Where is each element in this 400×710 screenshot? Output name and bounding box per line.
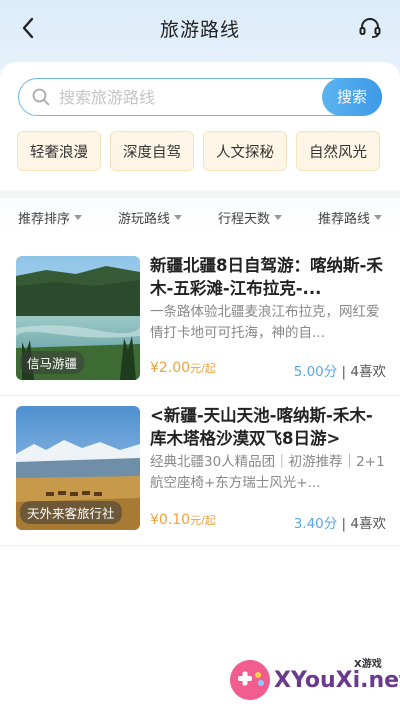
route-title: 新疆北疆8日自驾游：喀纳斯-禾木-五彩滩-江布拉克-... xyxy=(150,256,383,298)
search-panel: 搜索 轻奢浪漫 深度自驾 人文探秘 自然风光 xyxy=(0,62,400,192)
route-meta: 5.00分 | 4喜欢 xyxy=(293,364,386,380)
section-divider xyxy=(0,190,400,198)
route-card[interactable]: 信马游疆 新疆北疆8日自驾游：喀纳斯-禾木-五彩滩-江布拉克-... 一条路体验… xyxy=(0,240,400,396)
route-description: 一条路体验北疆麦浪江布拉克，网红爱情打卡地可可托海，神的自... xyxy=(150,304,380,341)
watermark-small-text: X游戏 xyxy=(354,659,382,670)
search-bar: 搜索 xyxy=(18,77,382,116)
search-input[interactable] xyxy=(59,87,309,107)
agency-label: 天外来客旅行社 xyxy=(20,501,122,524)
filter-days[interactable]: 行程天数 xyxy=(200,198,300,236)
route-meta: 3.40分 | 4喜欢 xyxy=(293,516,386,532)
top-bar: 旅游路线 xyxy=(0,0,400,56)
customer-service-button[interactable] xyxy=(356,14,384,42)
route-score: 5.00分 xyxy=(293,364,338,380)
caret-down-icon xyxy=(74,214,82,220)
caret-down-icon xyxy=(374,214,382,220)
filter-label: 行程天数 xyxy=(217,211,270,227)
chip-natural-scenery[interactable]: 自然风光 xyxy=(296,131,380,171)
route-likes: 4喜欢 xyxy=(350,516,386,532)
agency-label: 信马游疆 xyxy=(20,351,85,374)
caret-down-icon xyxy=(174,214,182,220)
filter-route-type[interactable]: 游玩路线 xyxy=(100,198,200,236)
chevron-left-icon xyxy=(22,17,34,39)
price-value: ¥0.10 xyxy=(150,512,191,528)
route-score: 3.40分 xyxy=(293,516,338,532)
search-button[interactable]: 搜索 xyxy=(322,77,382,116)
route-card[interactable]: 天外来客旅行社 <新疆-天山天池-喀纳斯-禾木-库木塔格沙漠双飞8日游> 经典北… xyxy=(0,396,400,546)
search-icon xyxy=(31,87,51,107)
game-controller-logo-icon xyxy=(230,660,270,700)
chip-light-luxury-romance[interactable]: 轻奢浪漫 xyxy=(17,131,101,171)
price-unit: 元/起 xyxy=(190,362,216,375)
chip-deep-self-drive[interactable]: 深度自驾 xyxy=(110,131,194,171)
route-likes: 4喜欢 xyxy=(350,364,386,380)
site-watermark: XYouXi.net X游戏 xyxy=(228,650,400,710)
filter-recommended[interactable]: 推荐路线 xyxy=(300,198,400,236)
route-description: 经典北疆30人精品团｜初游推荐｜2+1航空座椅+东方瑞士风光+... xyxy=(150,454,385,491)
headset-icon xyxy=(359,18,381,38)
chip-culture-exploration[interactable]: 人文探秘 xyxy=(203,131,287,171)
filter-label: 推荐路线 xyxy=(317,211,370,227)
caret-down-icon xyxy=(274,214,282,220)
route-price: ¥0.10元/起 xyxy=(150,512,216,528)
filter-sort[interactable]: 推荐排序 xyxy=(0,198,100,236)
route-price: ¥2.00元/起 xyxy=(150,360,216,376)
price-value: ¥2.00 xyxy=(150,360,191,376)
route-thumbnail: 天外来客旅行社 xyxy=(16,406,140,530)
filter-label: 游玩路线 xyxy=(117,211,170,227)
page-title: 旅游路线 xyxy=(159,18,240,41)
route-title: <新疆-天山天池-喀纳斯-禾木-库木塔格沙漠双飞8日游> xyxy=(150,406,373,448)
route-thumbnail: 信马游疆 xyxy=(16,256,140,380)
category-chips: 轻奢浪漫 深度自驾 人文探秘 自然风光 xyxy=(17,131,380,171)
back-button[interactable] xyxy=(14,14,42,42)
filter-label: 推荐排序 xyxy=(17,211,70,227)
route-list: 信马游疆 新疆北疆8日自驾游：喀纳斯-禾木-五彩滩-江布拉克-... 一条路体验… xyxy=(0,240,400,546)
filter-bar: 推荐排序 游玩路线 行程天数 推荐路线 xyxy=(0,198,400,236)
watermark-text: XYouXi.net xyxy=(274,668,400,693)
price-unit: 元/起 xyxy=(190,514,216,527)
